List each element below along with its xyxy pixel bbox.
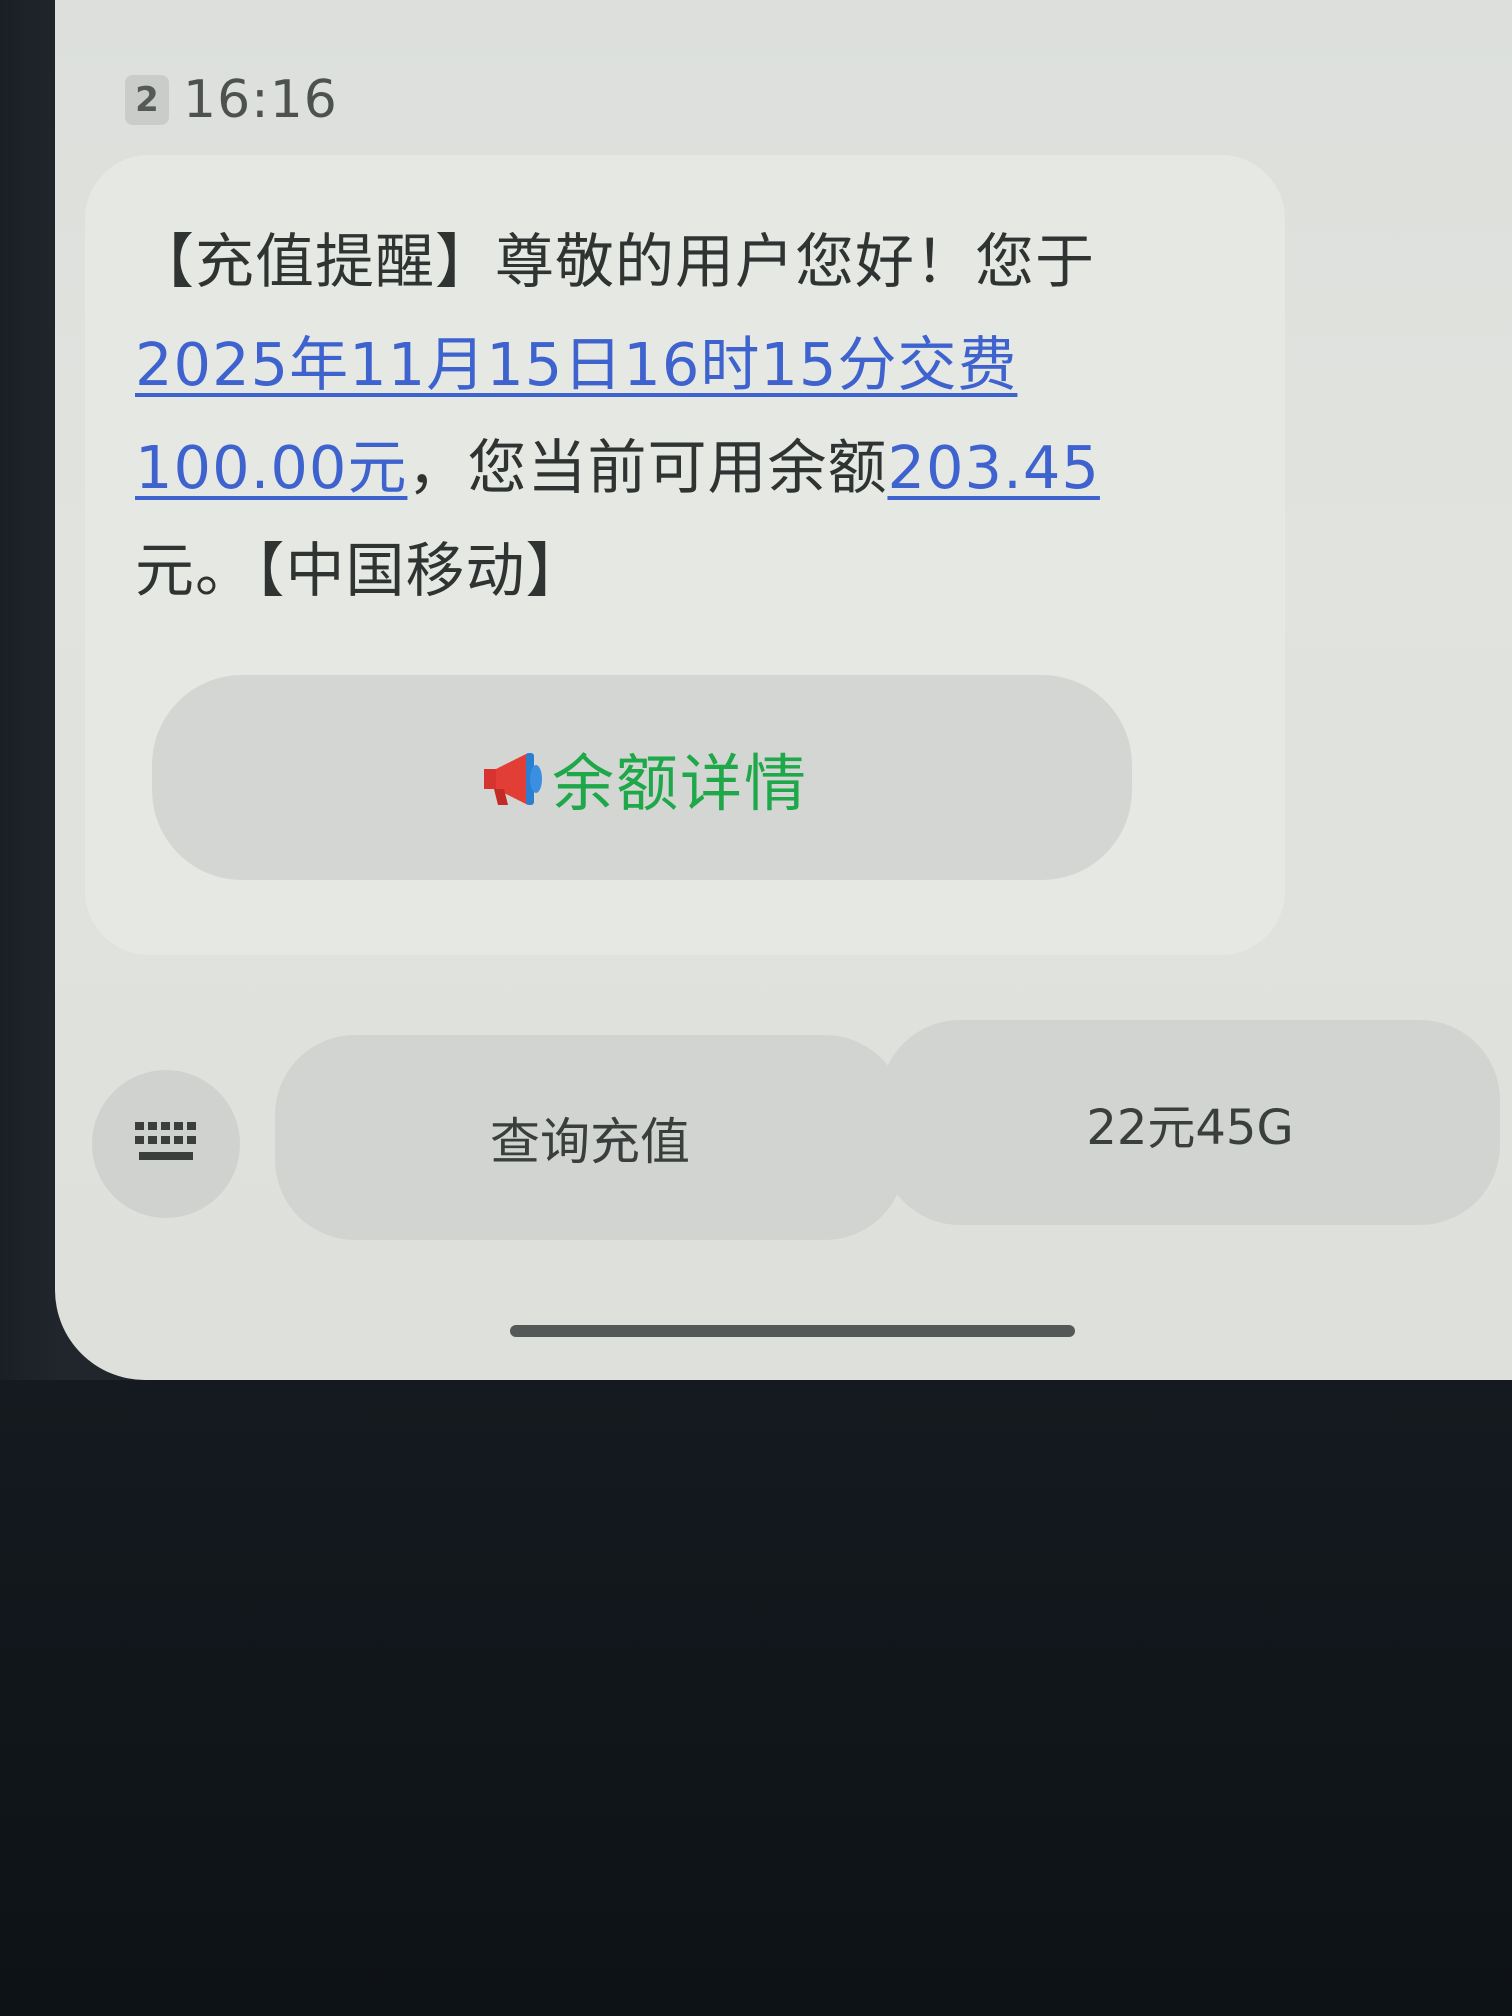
message-text-end: 元。【中国移动】 xyxy=(135,536,586,605)
home-indicator[interactable] xyxy=(510,1325,1075,1337)
keyboard-icon xyxy=(133,1118,199,1170)
balance-link[interactable]: 203.45 xyxy=(887,433,1099,502)
message-body: 【充值提醒】尊敬的用户您好！您于 2025年11月15日16时15分交费 100.0… xyxy=(135,210,1195,622)
balance-details-label: 余额详情 xyxy=(551,746,808,820)
keyboard-toggle-button[interactable] xyxy=(92,1070,240,1218)
megaphone-icon xyxy=(476,743,546,813)
amount-link[interactable]: 100.00元 xyxy=(135,433,407,502)
message-text-middle: ，您当前可用余额 xyxy=(407,433,888,502)
dark-background xyxy=(0,1380,1512,2016)
balance-details-button[interactable]: 余额详情 xyxy=(152,675,1132,880)
quick-reply-plan[interactable]: 22元45G xyxy=(880,1020,1500,1225)
quick-reply-query-recharge[interactable]: 查询充值 xyxy=(275,1035,905,1240)
message-time: 16:16 xyxy=(183,70,338,130)
message-text-intro: 【充值提醒】尊敬的用户您好！您于 xyxy=(135,227,1096,296)
sim-slot-badge: 2 xyxy=(125,75,169,125)
date-link[interactable]: 2025年11月15日16时15分交费 xyxy=(135,330,1017,399)
message-header: 2 16:16 xyxy=(125,70,338,130)
